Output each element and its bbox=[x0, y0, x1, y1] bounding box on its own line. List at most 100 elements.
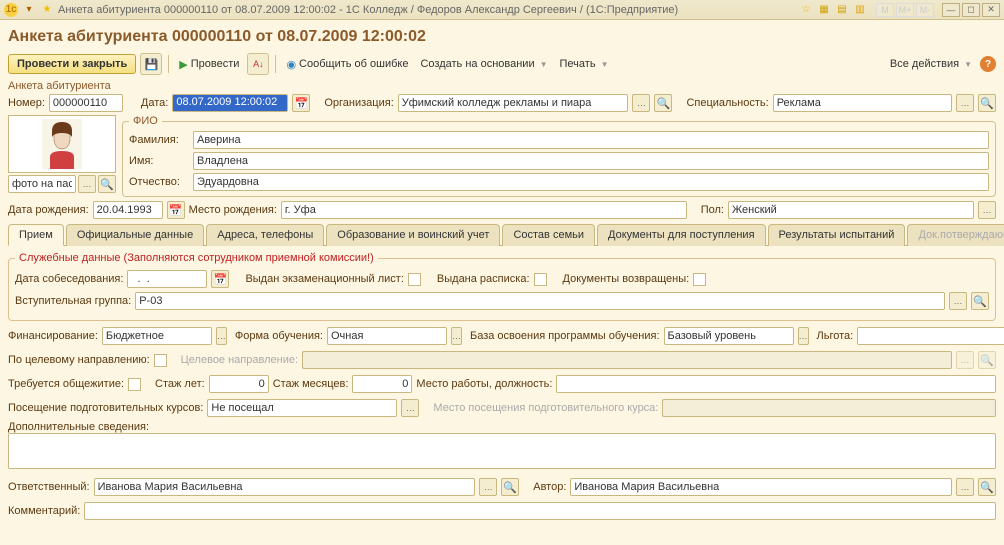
prep-visit-picker[interactable]: … bbox=[401, 399, 419, 417]
nomer-label: Номер: bbox=[8, 97, 45, 109]
app-icon: 1c bbox=[4, 3, 18, 17]
fin-field[interactable] bbox=[102, 327, 212, 345]
tab-education[interactable]: Образование и воинский учет bbox=[326, 224, 500, 246]
save-button[interactable]: 💾 bbox=[140, 53, 162, 75]
tab-docs-lgota[interactable]: Док.потверждающие льготу bbox=[907, 224, 1004, 246]
dorm-label: Требуется общежитие: bbox=[8, 378, 124, 390]
responsible-label: Ответственный: bbox=[8, 481, 90, 493]
photo-picker[interactable]: … bbox=[78, 175, 96, 193]
author-picker[interactable]: … bbox=[956, 478, 974, 496]
comment-field[interactable] bbox=[84, 502, 996, 520]
report-error-button[interactable]: ◉Сообщить об ошибке bbox=[282, 56, 412, 73]
photo-caption-field[interactable] bbox=[8, 175, 76, 193]
provesti-button[interactable]: ▶Провести bbox=[175, 56, 243, 73]
form-field[interactable] bbox=[327, 327, 447, 345]
tab-family[interactable]: Состав семьи bbox=[502, 224, 595, 246]
sort-button[interactable]: A↓ bbox=[247, 53, 269, 75]
print-button[interactable]: Печать▼ bbox=[556, 56, 613, 72]
fav-star-icon[interactable]: ☆ bbox=[798, 3, 814, 17]
responsible-picker[interactable]: … bbox=[479, 478, 497, 496]
dob-field[interactable] bbox=[93, 201, 163, 219]
calc-icon[interactable]: ▥ bbox=[852, 3, 868, 17]
list-icon[interactable]: ▤ bbox=[834, 3, 850, 17]
dropdown-icon[interactable]: ▾ bbox=[22, 3, 36, 17]
maximize-button[interactable]: ◻ bbox=[962, 3, 980, 17]
data-field[interactable]: 08.07.2009 12:00:02 bbox=[172, 94, 288, 112]
dob-picker[interactable]: 📅 bbox=[167, 201, 185, 219]
tab-addresses[interactable]: Адреса, телефоны bbox=[206, 224, 324, 246]
otchestvo-field[interactable] bbox=[193, 173, 989, 191]
responsible-field[interactable] bbox=[94, 478, 476, 496]
docs-returned-checkbox[interactable] bbox=[693, 273, 706, 286]
all-actions-button[interactable]: Все действия▼ bbox=[886, 56, 976, 72]
create-based-button[interactable]: Создать на основании▼ bbox=[416, 56, 551, 72]
group-label: Анкета абитуриента bbox=[8, 80, 996, 92]
extra-textarea[interactable] bbox=[8, 433, 996, 469]
base-label: База освоения программы обучения: bbox=[470, 330, 660, 342]
grid-icon[interactable]: ▦ bbox=[816, 3, 832, 17]
sex-label: Пол: bbox=[701, 204, 724, 216]
job-field[interactable] bbox=[556, 375, 996, 393]
org-picker[interactable]: … bbox=[632, 94, 650, 112]
org-field[interactable] bbox=[398, 94, 629, 112]
imya-field[interactable] bbox=[193, 152, 989, 170]
calendar-icon: 📅 bbox=[169, 204, 183, 217]
target-dir-label: Целевое направление: bbox=[181, 354, 298, 366]
author-field[interactable] bbox=[570, 478, 952, 496]
prep-visit-field[interactable] bbox=[207, 399, 397, 417]
spec-picker[interactable]: … bbox=[956, 94, 974, 112]
tab-docs-admission[interactable]: Документы для поступления bbox=[597, 224, 766, 246]
photo-search[interactable]: 🔍 bbox=[98, 175, 116, 193]
months-label: Стаж месяцев: bbox=[273, 378, 349, 390]
target-checkbox[interactable] bbox=[154, 354, 167, 367]
years-label: Стаж лет: bbox=[155, 378, 205, 390]
sex-field[interactable] bbox=[728, 201, 974, 219]
form-picker[interactable]: … bbox=[451, 327, 462, 345]
familia-field[interactable] bbox=[193, 131, 989, 149]
mplus-button[interactable]: M+ bbox=[896, 3, 914, 17]
responsible-search[interactable]: 🔍 bbox=[501, 478, 519, 496]
chevron-down-icon: ▼ bbox=[964, 60, 972, 69]
base-field[interactable] bbox=[664, 327, 794, 345]
dob-label: Дата рождения: bbox=[8, 204, 89, 216]
lgota-field[interactable] bbox=[857, 327, 1004, 345]
nomer-field[interactable] bbox=[49, 94, 123, 112]
fin-label: Финансирование: bbox=[8, 330, 98, 342]
page-title: Анкета абитуриента 000000110 от 08.07.20… bbox=[8, 24, 996, 52]
exam-list-checkbox[interactable] bbox=[408, 273, 421, 286]
tab-official[interactable]: Официальные данные bbox=[66, 224, 204, 246]
author-search[interactable]: 🔍 bbox=[978, 478, 996, 496]
mminus-button[interactable]: M- bbox=[916, 3, 934, 17]
tabs: Прием Официальные данные Адреса, телефон… bbox=[8, 223, 996, 246]
prep-place-label: Место посещения подготовительного курса: bbox=[433, 402, 658, 414]
target-dir-search: 🔍 bbox=[978, 351, 996, 369]
raspiska-checkbox[interactable] bbox=[534, 273, 547, 286]
tab-priem[interactable]: Прием bbox=[8, 224, 64, 246]
spec-field[interactable] bbox=[773, 94, 952, 112]
tab-results[interactable]: Результаты испытаний bbox=[768, 224, 906, 246]
fin-picker[interactable]: … bbox=[216, 327, 227, 345]
minimize-button[interactable]: — bbox=[942, 3, 960, 17]
m-button[interactable]: M bbox=[876, 3, 894, 17]
vstup-group-field[interactable] bbox=[135, 292, 945, 310]
interview-date-field[interactable] bbox=[127, 270, 207, 288]
lgota-label: Льгота: bbox=[817, 330, 854, 342]
star-icon[interactable]: ★ bbox=[40, 3, 54, 17]
close-button[interactable]: ✕ bbox=[982, 3, 1000, 17]
years-field[interactable] bbox=[209, 375, 269, 393]
vstup-group-picker[interactable]: … bbox=[949, 292, 967, 310]
spec-search[interactable]: 🔍 bbox=[978, 94, 996, 112]
provesti-zakryt-button[interactable]: Провести и закрыть bbox=[8, 54, 136, 74]
months-field[interactable] bbox=[352, 375, 412, 393]
sex-picker[interactable]: … bbox=[978, 201, 996, 219]
calendar-picker[interactable]: 📅 bbox=[292, 94, 310, 112]
vstup-group-search[interactable]: 🔍 bbox=[971, 292, 989, 310]
extra-label: Дополнительные сведения: bbox=[8, 421, 996, 433]
dorm-checkbox[interactable] bbox=[128, 378, 141, 391]
base-picker[interactable]: … bbox=[798, 327, 809, 345]
help-button[interactable]: ? bbox=[980, 56, 996, 72]
birthplace-field[interactable] bbox=[281, 201, 687, 219]
interview-date-label: Дата собеседования: bbox=[15, 273, 123, 285]
interview-date-picker[interactable]: 📅 bbox=[211, 270, 229, 288]
org-search[interactable]: 🔍 bbox=[654, 94, 672, 112]
